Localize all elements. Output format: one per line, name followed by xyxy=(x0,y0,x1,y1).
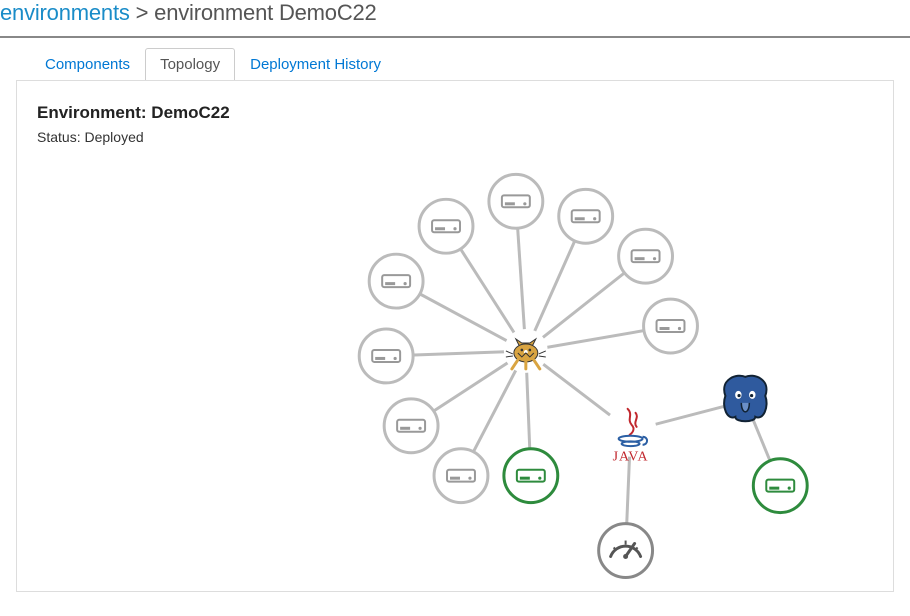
gauge-node[interactable] xyxy=(599,524,653,578)
java-label: JAVA xyxy=(613,450,649,465)
vm-node[interactable] xyxy=(619,229,673,283)
vm-node-green[interactable] xyxy=(753,459,807,513)
postgres-node[interactable] xyxy=(724,376,766,422)
topology-panel: Environment: DemoC22 Status: Deployed xyxy=(16,80,894,592)
tab-bar: Components Topology Deployment History xyxy=(0,48,910,80)
vm-node[interactable] xyxy=(419,199,473,253)
java-node[interactable]: JAVA xyxy=(605,405,657,465)
vm-node[interactable] xyxy=(644,299,698,353)
vm-node[interactable] xyxy=(369,254,423,308)
divider xyxy=(0,36,910,38)
vm-node-green[interactable] xyxy=(504,449,558,503)
breadcrumb-sep: > xyxy=(136,0,149,25)
postgres-icon xyxy=(724,376,766,422)
topology-canvas[interactable]: JAVA xyxy=(17,81,893,591)
vm-node[interactable] xyxy=(384,399,438,453)
vm-node[interactable] xyxy=(559,189,613,243)
breadcrumb: environments > environment DemoC22 xyxy=(0,0,910,32)
vm-node[interactable] xyxy=(359,329,413,383)
tab-deployment-history[interactable]: Deployment History xyxy=(235,48,396,81)
vm-node[interactable] xyxy=(489,174,543,228)
tab-topology[interactable]: Topology xyxy=(145,48,235,81)
breadcrumb-leaf: environment DemoC22 xyxy=(154,0,376,25)
tomcat-node[interactable] xyxy=(504,329,548,373)
tab-components[interactable]: Components xyxy=(30,48,145,81)
breadcrumb-root-link[interactable]: environments xyxy=(0,0,130,25)
vm-node[interactable] xyxy=(434,449,488,503)
